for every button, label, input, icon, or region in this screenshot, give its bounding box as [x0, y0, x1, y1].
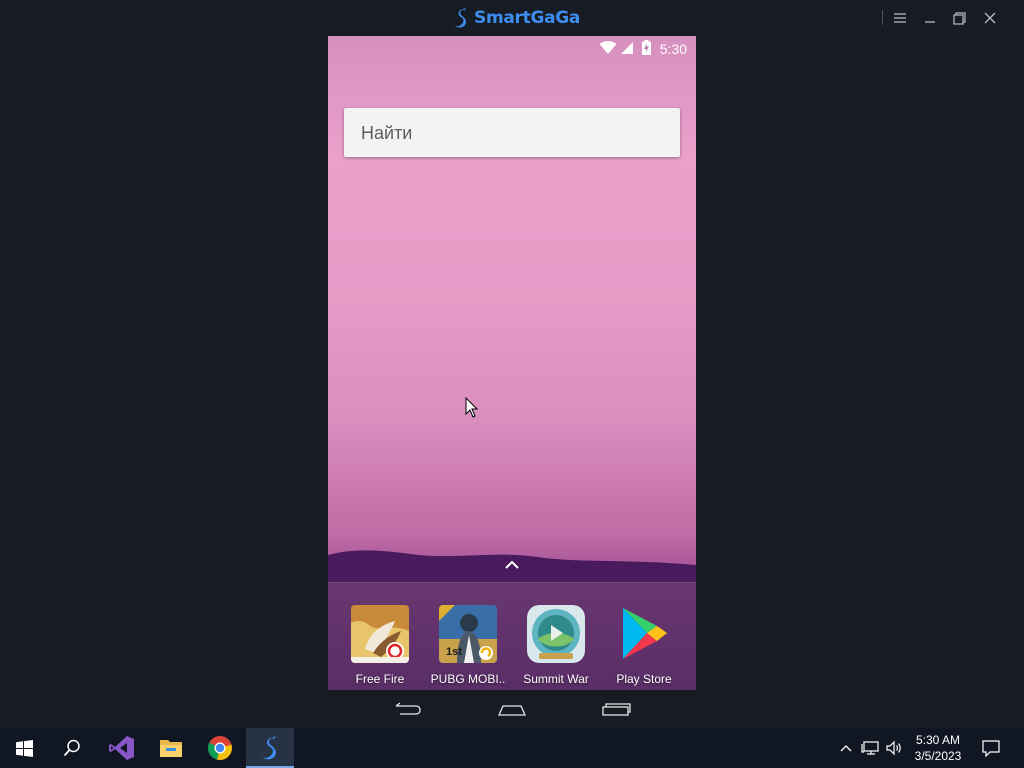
menu-icon: [894, 13, 906, 23]
battery-charging-icon: [642, 40, 651, 55]
android-status-bar: 5:30: [328, 36, 696, 60]
emulator-title-bar: SmartGaGa: [0, 0, 1024, 36]
start-button[interactable]: [0, 728, 48, 768]
dock-app-pubg-mobile[interactable]: 1st PUBG MOBI..: [424, 605, 512, 690]
title-bar-divider: [882, 10, 883, 25]
wifi-icon: [599, 41, 617, 54]
taskbar-clock[interactable]: 5:30 AM 3/5/2023: [905, 732, 971, 764]
file-explorer-icon: [160, 740, 182, 757]
app-brand: SmartGaGa: [452, 7, 580, 29]
taskbar-chrome[interactable]: [196, 728, 244, 768]
menu-button[interactable]: [887, 6, 913, 30]
taskbar-file-explorer[interactable]: [147, 728, 195, 768]
minimize-button[interactable]: [917, 6, 943, 30]
smartgaga-logo-icon: [453, 8, 467, 28]
visual-studio-icon: [109, 736, 134, 760]
free-fire-icon: [351, 605, 409, 663]
android-screen[interactable]: 5:30 Найти Free Fire 1st PUBG MOBI.. Sum…: [328, 36, 696, 690]
smartgaga-icon: [260, 736, 276, 760]
dock-app-label: PUBG MOBI..: [430, 672, 506, 686]
minimize-icon: [925, 21, 935, 23]
pubg-mobile-icon: 1st: [439, 605, 497, 663]
restore-icon: [952, 11, 966, 25]
home-icon[interactable]: [497, 698, 527, 720]
status-clock: 5:30: [659, 41, 687, 57]
taskbar-time: 5:30 AM: [915, 733, 961, 747]
windows-taskbar: 5:30 AM 3/5/2023: [0, 728, 1024, 768]
volume-icon: [886, 740, 901, 756]
dock-app-free-fire[interactable]: Free Fire: [336, 605, 424, 690]
summit-war-icon: [527, 605, 585, 663]
start-icon: [15, 739, 33, 757]
taskbar-date: 3/5/2023: [914, 749, 962, 763]
restore-button[interactable]: [946, 6, 972, 30]
mouse-cursor-icon: [465, 397, 479, 418]
close-icon: [984, 12, 996, 24]
svg-text:1st: 1st: [446, 646, 462, 658]
volume-control[interactable]: [884, 738, 904, 758]
show-hidden-icons-button[interactable]: [836, 738, 856, 758]
app-dock: Free Fire 1st PUBG MOBI.. Summit War Pla…: [328, 582, 696, 690]
android-navigation-bar: [328, 690, 696, 728]
play-store-icon: [615, 605, 673, 663]
app-drawer-chevron-up-icon[interactable]: [502, 558, 522, 572]
taskbar-search-button[interactable]: [48, 728, 96, 768]
dock-app-play-store[interactable]: Play Store: [600, 605, 688, 690]
action-center-button[interactable]: [981, 738, 1001, 758]
network-icon: [861, 741, 879, 755]
dock-app-summit-war[interactable]: Summit War: [512, 605, 600, 690]
close-button[interactable]: [977, 6, 1003, 30]
recents-icon[interactable]: [601, 698, 631, 720]
taskbar-visual-studio[interactable]: [98, 728, 146, 768]
network-status[interactable]: [860, 738, 880, 758]
dock-app-label: Summit War: [523, 672, 589, 686]
search-icon: [63, 739, 80, 757]
chrome-icon: [207, 736, 232, 760]
app-title: SmartGaGa: [474, 8, 581, 28]
chevron-up-icon: [840, 745, 852, 752]
signal-icon: [621, 42, 633, 54]
back-icon[interactable]: [392, 698, 422, 720]
search-placeholder: Найти: [361, 123, 413, 143]
search-bar[interactable]: Найти: [344, 108, 680, 157]
dock-app-label: Play Store: [616, 672, 672, 686]
dock-app-label: Free Fire: [355, 672, 405, 686]
taskbar-smartgaga[interactable]: [246, 728, 294, 768]
notification-icon: [982, 739, 1000, 757]
